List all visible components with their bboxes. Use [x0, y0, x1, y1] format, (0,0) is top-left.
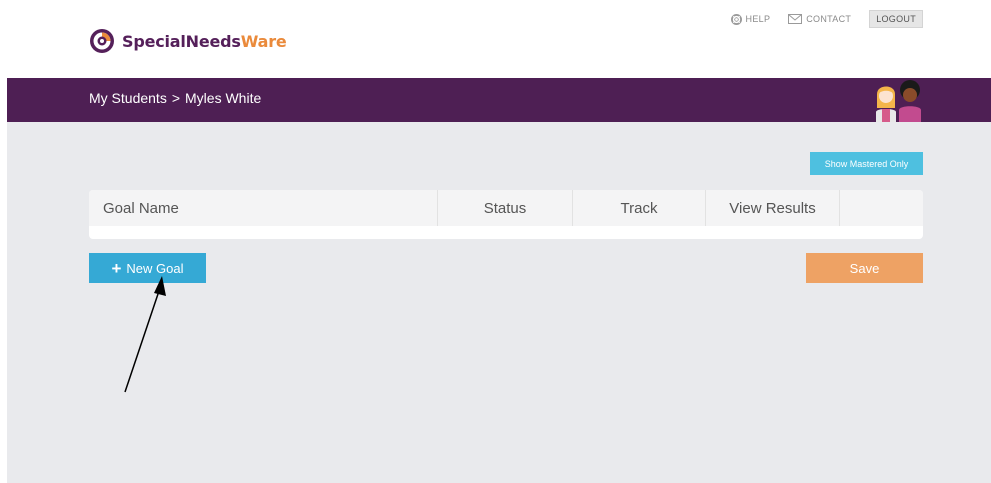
column-header-track[interactable]: Track	[573, 190, 706, 226]
new-goal-button[interactable]: + New Goal	[89, 253, 206, 283]
brand-logo[interactable]: SpecialNeedsWare	[89, 28, 287, 54]
breadcrumb-current: Myles White	[185, 90, 262, 106]
column-header-status[interactable]: Status	[438, 190, 573, 226]
column-header-actions	[840, 190, 923, 226]
column-header-view-results[interactable]: View Results	[706, 190, 840, 226]
contact-link-label: CONTACT	[806, 14, 852, 24]
breadcrumb-root-link[interactable]: My Students	[89, 90, 167, 106]
brand-name-part2: Ware	[240, 31, 287, 51]
brand-name-part1: SpecialNeeds	[122, 31, 241, 51]
brand-name: SpecialNeedsWare	[122, 32, 287, 51]
breadcrumb: My Students > Myles White	[89, 90, 261, 106]
logout-button[interactable]: LOGOUT	[869, 10, 923, 28]
help-link[interactable]: HELP	[730, 13, 771, 25]
plus-icon: +	[111, 258, 122, 278]
boy-avatar-icon	[899, 80, 921, 122]
girl-avatar-icon	[876, 86, 896, 122]
save-button[interactable]: Save	[806, 253, 923, 283]
lifebuoy-icon	[730, 13, 742, 25]
breadcrumb-bar: My Students > Myles White	[7, 78, 991, 122]
goals-table: Goal Name Status Track View Results	[89, 190, 923, 239]
new-goal-button-label: New Goal	[126, 260, 184, 276]
main-content: Show Mastered Only Goal Name Status Trac…	[7, 122, 991, 483]
students-illustration	[876, 80, 921, 122]
contact-link[interactable]: CONTACT	[788, 14, 851, 24]
column-header-goal-name[interactable]: Goal Name	[89, 190, 438, 226]
breadcrumb-separator: >	[171, 90, 181, 106]
top-links: HELP CONTACT LOGOUT	[713, 10, 923, 28]
envelope-icon	[788, 14, 803, 24]
show-mastered-only-button[interactable]: Show Mastered Only	[810, 152, 923, 175]
header: SpecialNeedsWare HELP CONTACT LOGOUT	[0, 0, 991, 78]
goals-table-header: Goal Name Status Track View Results	[89, 190, 923, 226]
help-link-label: HELP	[745, 14, 771, 24]
logo-mark-icon	[90, 29, 114, 53]
